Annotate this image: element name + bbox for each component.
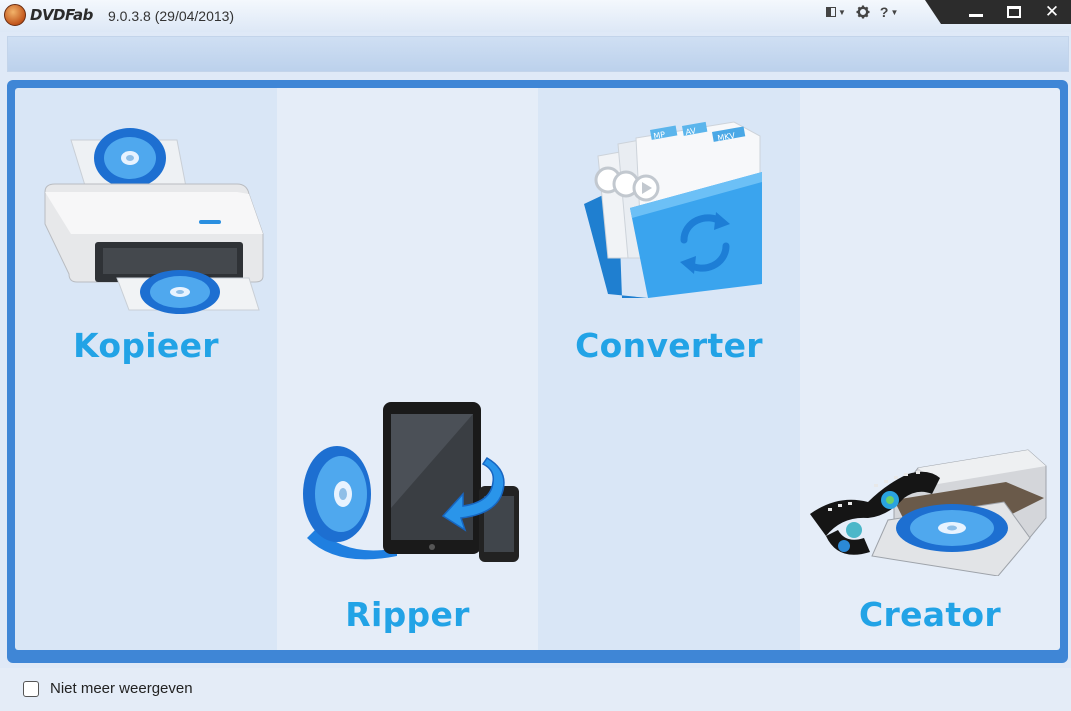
settings-button[interactable] — [856, 5, 870, 19]
maximize-button[interactable] — [995, 2, 1033, 22]
main-frame: Kopieer Ripper MP AV MKV Converter Creat… — [7, 80, 1068, 663]
chevron-down-icon: ▼ — [838, 7, 846, 17]
help-menu-button[interactable]: ? ▼ — [880, 4, 898, 20]
panel-kopieer[interactable]: Kopieer — [15, 88, 277, 650]
close-icon: ✕ — [1044, 2, 1060, 21]
dont-show-checkbox[interactable] — [23, 681, 39, 697]
panel-ripper[interactable]: Ripper — [277, 88, 538, 650]
folder-convert-icon: MP AV MKV — [584, 121, 762, 298]
layout-menu-button[interactable]: ▼ — [826, 7, 846, 17]
film-disc-drive-icon — [810, 449, 1047, 576]
title-toolbar: ▼ ? ▼ — [826, 4, 898, 20]
panel-converter[interactable]: MP AV MKV Converter — [538, 88, 800, 650]
tablet-disc-icon — [303, 402, 519, 562]
title-bar: DVDFab 9.0.3.8 (29/04/2013) ▼ ? ▼ ✕ — [0, 0, 1071, 32]
minimize-icon — [969, 13, 983, 17]
window-controls: ✕ — [925, 0, 1071, 24]
minimize-button[interactable] — [957, 2, 995, 22]
option-panels: Kopieer Ripper MP AV MKV Converter Creat… — [15, 88, 1060, 650]
dont-show-label: Niet meer weergeven — [50, 680, 193, 697]
chevron-down-icon: ▼ — [890, 7, 899, 17]
printer-disc-icon — [44, 128, 264, 314]
layout-icon — [826, 7, 836, 17]
panel-creator[interactable]: Creator — [800, 88, 1060, 650]
panel-label-kopieer: Kopieer — [73, 326, 219, 365]
menu-strip — [7, 36, 1069, 72]
gear-icon — [856, 5, 870, 19]
panel-label-creator: Creator — [859, 595, 1001, 634]
maximize-icon — [1007, 6, 1021, 18]
dvdfab-logo-icon — [4, 4, 26, 26]
app-logo-text: DVDFab — [30, 6, 93, 24]
app-version: 9.0.3.8 (29/04/2013) — [108, 8, 235, 24]
panel-label-converter: Converter — [575, 326, 763, 365]
format-tag-av: AV — [685, 126, 697, 137]
panel-label-ripper: Ripper — [345, 595, 470, 634]
close-button[interactable]: ✕ — [1033, 2, 1071, 22]
help-icon: ? — [879, 4, 889, 20]
